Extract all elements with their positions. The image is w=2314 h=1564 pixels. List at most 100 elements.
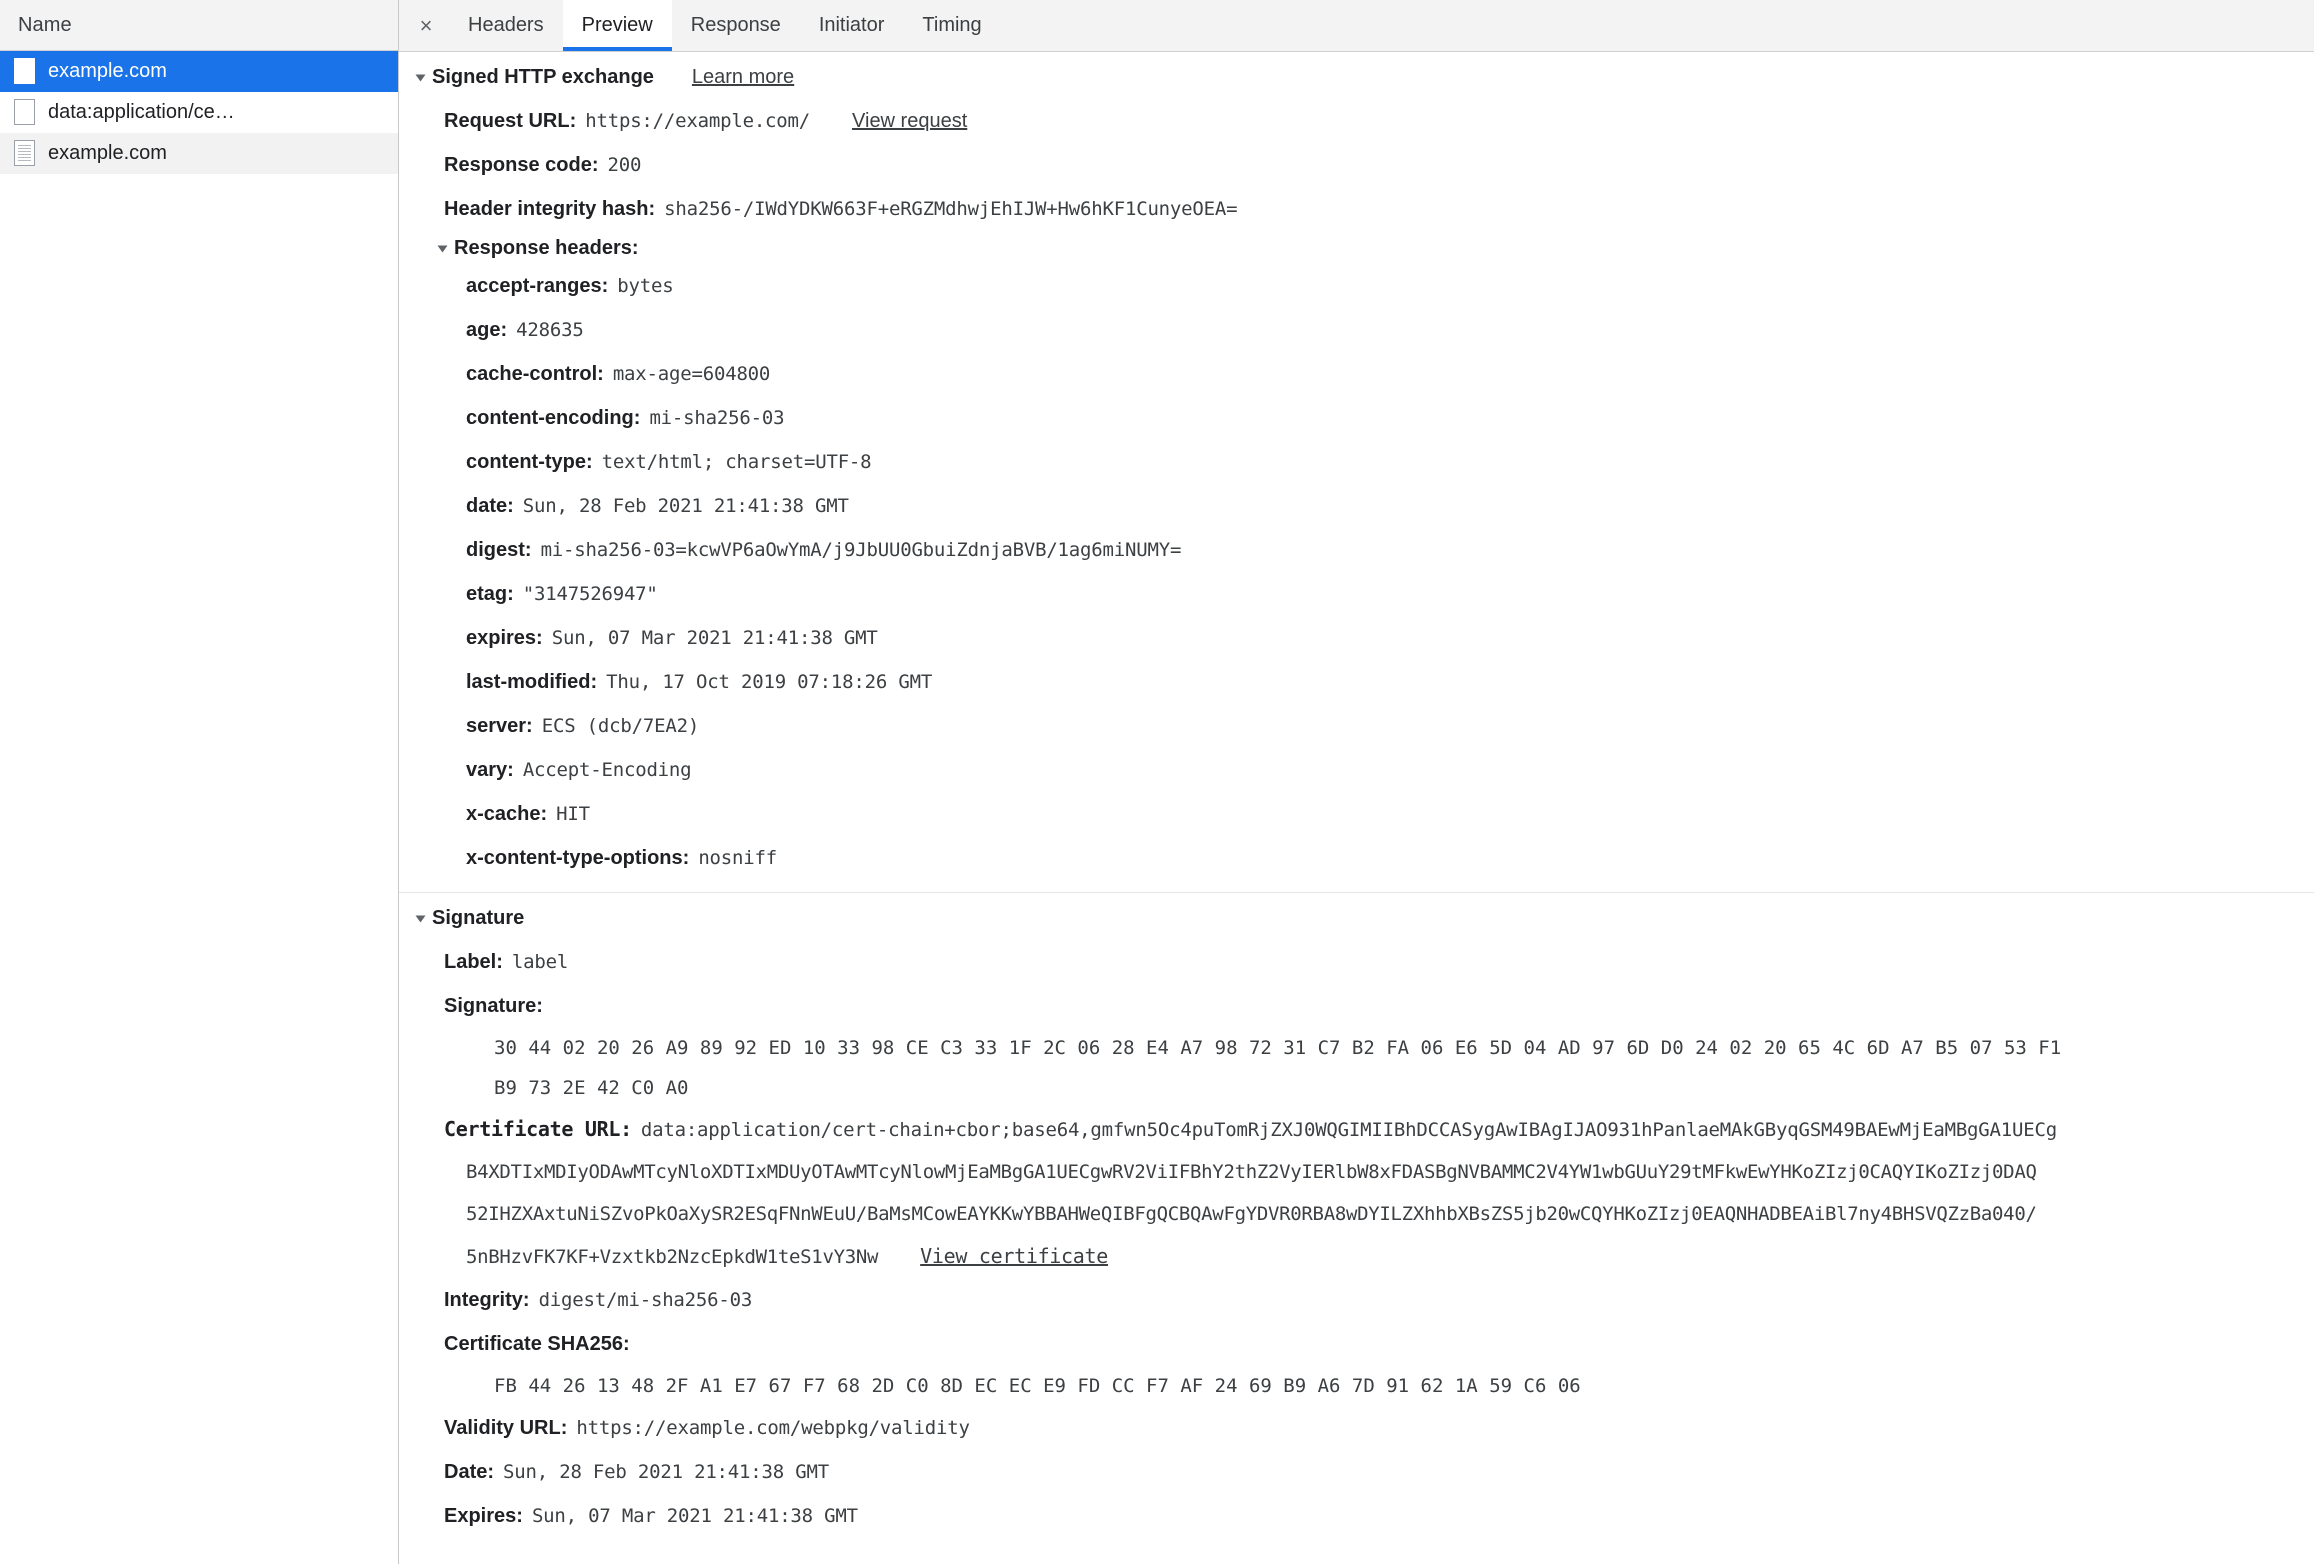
header-row: digest: mi-sha256-03=kcwVP6aOwYmA/j9JbUU…	[399, 528, 2314, 572]
header-row: expires: Sun, 07 Mar 2021 21:41:38 GMT	[399, 616, 2314, 660]
header-name: content-encoding:	[466, 407, 641, 429]
header-value: max-age=604800	[612, 363, 771, 385]
header-name: content-type:	[466, 451, 593, 473]
header-name: x-content-type-options:	[466, 847, 690, 869]
tab-preview[interactable]: Preview	[562, 0, 672, 51]
validity-url-value: https://example.com/webpkg/validity	[576, 1417, 970, 1439]
preview-content: Signed HTTP exchange Learn more Request …	[399, 52, 2314, 1564]
header-value: Sun, 28 Feb 2021 21:41:38 GMT	[522, 495, 849, 517]
signature-bytes-row: Signature:	[399, 984, 2314, 1028]
header-value: nosniff	[698, 847, 777, 869]
response-code-label: Response code:	[444, 154, 599, 176]
header-row: content-encoding: mi-sha256-03	[399, 396, 2314, 440]
column-header-name: Name	[18, 13, 72, 36]
signature-key: Signature:	[444, 995, 543, 1017]
header-row: vary: Accept-Encoding	[399, 748, 2314, 792]
certificate-url-line: 52IHZXAxtuNiSZvoPkOaXySR2ESqFNnWEuU/BaMs…	[466, 1203, 2037, 1225]
header-value: text/html; charset=UTF-8	[601, 451, 872, 473]
sxg-section-header[interactable]: Signed HTTP exchange Learn more	[399, 52, 2314, 99]
header-name: last-modified:	[466, 671, 598, 693]
tab-headers[interactable]: Headers	[449, 0, 563, 51]
cert-sha256-row: Certificate SHA256:	[399, 1322, 2314, 1366]
close-icon[interactable]: ×	[403, 0, 449, 51]
header-row: accept-ranges: bytes	[399, 264, 2314, 308]
header-value: HIT	[556, 803, 590, 825]
view-certificate-link[interactable]: View certificate	[920, 1235, 1108, 1277]
expires-value: Sun, 07 Mar 2021 21:41:38 GMT	[531, 1505, 858, 1527]
header-row: x-cache: HIT	[399, 792, 2314, 836]
header-row: cache-control: max-age=604800	[399, 352, 2314, 396]
certificate-url-line: 5nBHzvFK7KF+Vzxtkb2NzcEpkdW1teS1vY3Nw	[466, 1246, 879, 1268]
header-row: date: Sun, 28 Feb 2021 21:41:38 GMT	[399, 484, 2314, 528]
header-value: ECS (dcb/7EA2)	[541, 715, 700, 737]
document-icon	[14, 99, 35, 125]
header-integrity-label: Header integrity hash:	[444, 198, 656, 220]
detail-tabbar: × Headers Preview Response Initiator Tim…	[399, 0, 2314, 52]
document-icon	[14, 140, 35, 166]
signed-http-exchange-section: Signed HTTP exchange Learn more Request …	[399, 52, 2314, 892]
list-item-label: data:application/ce…	[48, 100, 235, 123]
signature-section-title: Signature	[432, 907, 525, 929]
validity-url-row: Validity URL: https://example.com/webpkg…	[399, 1406, 2314, 1450]
expires-label: Expires:	[444, 1505, 523, 1527]
chevron-down-icon[interactable]	[437, 245, 448, 252]
date-row: Date: Sun, 28 Feb 2021 21:41:38 GMT	[399, 1450, 2314, 1494]
label-key: Label:	[444, 951, 503, 973]
response-headers-header[interactable]: Response headers:	[399, 231, 2314, 264]
learn-more-link[interactable]: Learn more	[692, 66, 794, 89]
devtools-network-panel: Name example.com data:application/ce… ex…	[0, 0, 2314, 1564]
certificate-url-last-line-row: 5nBHzvFK7KF+Vzxtkb2NzcEpkdW1teS1vY3Nw Vi…	[399, 1235, 2314, 1278]
header-name: date:	[466, 495, 514, 517]
response-headers-title: Response headers:	[454, 237, 639, 259]
expires-row: Expires: Sun, 07 Mar 2021 21:41:38 GMT	[399, 1494, 2314, 1538]
signature-section-header[interactable]: Signature	[399, 893, 2314, 940]
date-value: Sun, 28 Feb 2021 21:41:38 GMT	[503, 1461, 829, 1483]
list-item[interactable]: example.com	[0, 51, 398, 92]
header-name: x-cache:	[466, 803, 548, 825]
header-row: content-type: text/html; charset=UTF-8	[399, 440, 2314, 484]
label-value: label	[511, 951, 569, 973]
integrity-value: digest/mi-sha256-03	[538, 1289, 753, 1311]
request-list-header: Name	[0, 0, 398, 51]
header-name: accept-ranges:	[466, 275, 609, 297]
tab-timing[interactable]: Timing	[903, 0, 1000, 51]
header-value: mi-sha256-03=kcwVP6aOwYmA/j9JbUU0GbuiZdn…	[540, 539, 1182, 561]
header-value: "3147526947"	[522, 583, 658, 605]
signature-label-row: Label: label	[399, 940, 2314, 984]
response-headers-list: accept-ranges: bytes age: 428635 cache-c…	[399, 264, 2314, 892]
list-item[interactable]: example.com	[0, 133, 398, 174]
header-value: Sun, 07 Mar 2021 21:41:38 GMT	[551, 627, 878, 649]
header-row: x-content-type-options: nosniff	[399, 836, 2314, 880]
document-icon	[14, 58, 35, 84]
header-value: Accept-Encoding	[522, 759, 692, 781]
date-label: Date:	[444, 1461, 495, 1483]
header-row: server: ECS (dcb/7EA2)	[399, 704, 2314, 748]
header-name: age:	[466, 319, 508, 341]
sxg-section-title: Signed HTTP exchange	[432, 66, 654, 88]
certificate-url-label: Certificate URL:	[444, 1117, 632, 1141]
chevron-down-icon[interactable]	[415, 915, 426, 922]
header-value: mi-sha256-03	[649, 407, 785, 429]
request-list-panel: Name example.com data:application/ce… ex…	[0, 0, 399, 1564]
view-request-link[interactable]: View request	[852, 99, 967, 143]
signature-bytes-line: B9 73 2E 42 C0 A0	[494, 1077, 689, 1099]
header-value: bytes	[617, 275, 674, 297]
header-name: server:	[466, 715, 533, 737]
integrity-row: Integrity: digest/mi-sha256-03	[399, 1278, 2314, 1322]
signature-bytes-line: 30 44 02 20 26 A9 89 92 ED 10 33 98 CE C…	[494, 1037, 2062, 1059]
header-name: cache-control:	[466, 363, 604, 385]
tab-response[interactable]: Response	[672, 0, 800, 51]
header-integrity-row: Header integrity hash: sha256-/IWdYDKW66…	[399, 187, 2314, 231]
header-integrity-value: sha256-/IWdYDKW663F+eRGZMdhwjEhIJW+Hw6hK…	[664, 198, 1238, 220]
request-detail-panel: × Headers Preview Response Initiator Tim…	[399, 0, 2314, 1564]
chevron-down-icon[interactable]	[415, 74, 426, 81]
list-item-label: example.com	[48, 59, 167, 82]
header-name: etag:	[466, 583, 514, 605]
tab-initiator[interactable]: Initiator	[800, 0, 904, 51]
response-code-value: 200	[607, 154, 642, 176]
list-item[interactable]: data:application/ce…	[0, 92, 398, 133]
header-row: last-modified: Thu, 17 Oct 2019 07:18:26…	[399, 660, 2314, 704]
list-item-label: example.com	[48, 141, 167, 164]
header-value: Thu, 17 Oct 2019 07:18:26 GMT	[606, 671, 933, 693]
request-url-label: Request URL:	[444, 110, 577, 132]
